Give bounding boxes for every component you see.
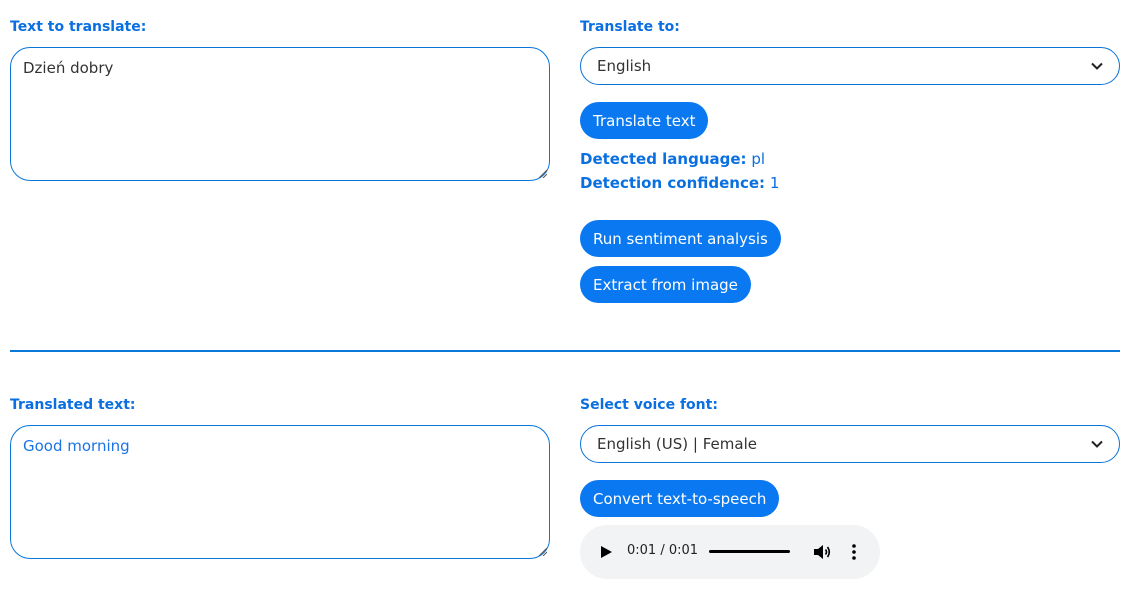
chevron-down-icon <box>1091 62 1103 70</box>
detected-language: Detected language: pl <box>580 150 765 168</box>
source-text-input[interactable]: Dzień dobry <box>10 47 550 181</box>
audio-player: 0:01 / 0:01 <box>580 525 880 579</box>
extract-from-image-button[interactable]: Extract from image <box>580 266 751 303</box>
translator-page: Text to translate: Dzień dobry Translate… <box>0 0 1132 592</box>
resize-grip-icon[interactable] <box>537 546 547 556</box>
detection-confidence: Detection confidence: 1 <box>580 174 779 192</box>
voice-font-value: English (US) | Female <box>597 435 757 453</box>
voice-font-label: Select voice font: <box>580 397 718 413</box>
target-language-value: English <box>597 57 652 75</box>
detection-confidence-label: Detection confidence: <box>580 174 766 192</box>
translate-text-button[interactable]: Translate text <box>580 102 709 139</box>
detected-language-label: Detected language: <box>580 150 747 168</box>
audio-time: 0:01 / 0:01 <box>627 543 699 558</box>
resize-grip-icon[interactable] <box>537 168 547 178</box>
source-text-value: Dzień dobry <box>23 59 114 77</box>
translated-text-output[interactable]: Good morning <box>10 425 550 559</box>
play-icon[interactable] <box>601 546 612 558</box>
chevron-down-icon <box>1091 440 1103 448</box>
more-vertical-icon[interactable] <box>851 543 857 561</box>
audio-progress-track[interactable] <box>709 550 790 553</box>
voice-font-select[interactable]: English (US) | Female <box>580 425 1120 463</box>
source-text-label: Text to translate: <box>10 19 147 35</box>
detected-language-value: pl <box>751 150 766 168</box>
text-to-speech-button[interactable]: Convert text-to-speech <box>580 480 780 517</box>
section-divider <box>10 350 1120 352</box>
translated-text-label: Translated text: <box>10 397 136 413</box>
target-language-select[interactable]: English <box>580 47 1120 85</box>
volume-icon[interactable] <box>813 543 831 561</box>
sentiment-analysis-button[interactable]: Run sentiment analysis <box>580 220 781 257</box>
detection-confidence-value: 1 <box>769 174 780 192</box>
translate-to-label: Translate to: <box>580 19 680 35</box>
translated-text-value: Good morning <box>23 437 130 455</box>
